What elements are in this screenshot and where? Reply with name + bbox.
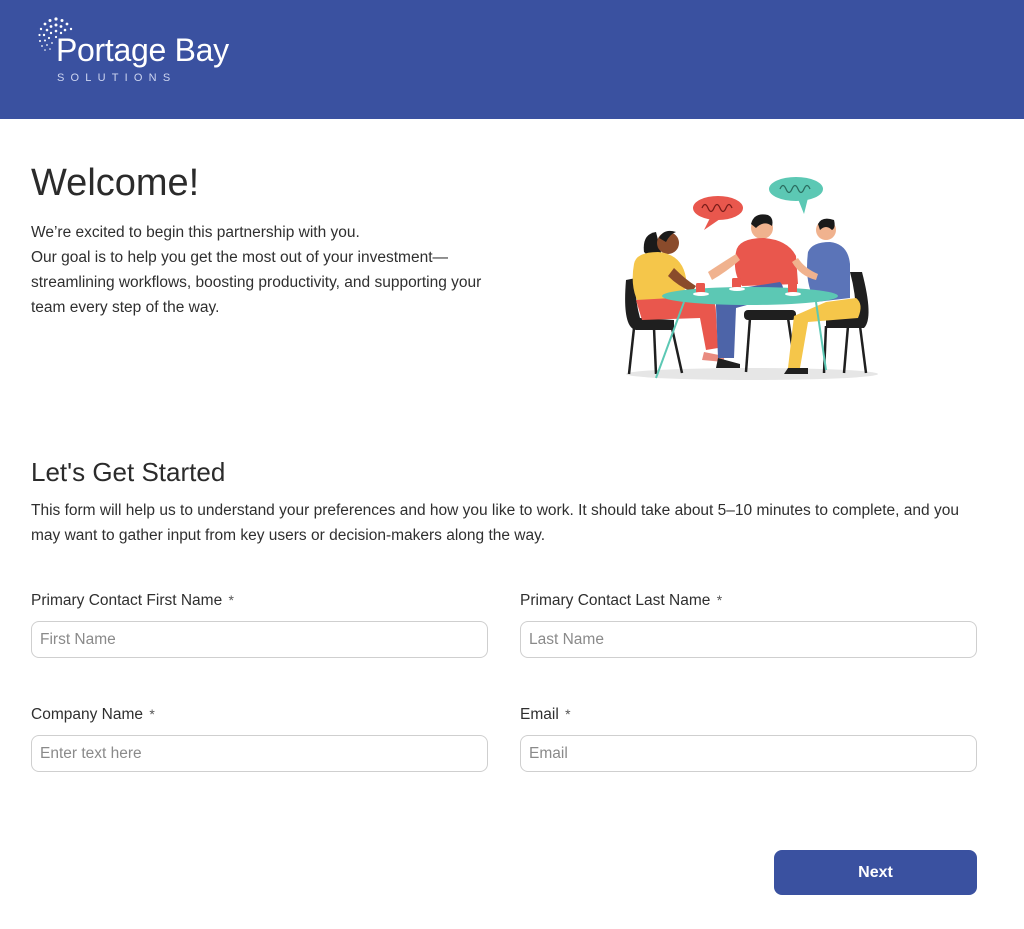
last-name-label-text: Primary Contact Last Name (520, 592, 711, 609)
required-marker: * (149, 706, 155, 722)
last-name-input[interactable] (520, 621, 977, 658)
section-title: Let's Get Started (31, 457, 226, 487)
brand-name: Portage Bay (56, 32, 229, 68)
welcome-line-1: We’re excited to begin this partnership … (31, 224, 360, 241)
welcome-line-2: Our goal is to help you get the most out… (31, 249, 482, 316)
company-name-input[interactable] (31, 735, 488, 772)
email-input[interactable] (520, 735, 977, 772)
welcome-title: Welcome! (31, 162, 200, 204)
top-banner: Portage Bay SOLUTIONS (0, 0, 1024, 119)
email-label: Email * (520, 706, 571, 724)
required-marker: * (228, 592, 234, 608)
first-name-input[interactable] (31, 621, 488, 658)
next-button[interactable]: Next (774, 850, 977, 895)
brand-subtitle: SOLUTIONS (57, 72, 177, 84)
company-logo: Portage Bay SOLUTIONS (36, 16, 256, 96)
last-name-label: Primary Contact Last Name * (520, 592, 722, 610)
company-name-label: Company Name * (31, 706, 155, 724)
first-name-label: Primary Contact First Name * (31, 592, 234, 610)
speech-bubble-left-icon (693, 196, 743, 230)
speech-bubble-right-icon (769, 177, 823, 214)
email-label-text: Email (520, 706, 559, 723)
section-description: This form will help us to understand you… (31, 502, 959, 544)
company-name-label-text: Company Name (31, 706, 143, 723)
first-name-label-text: Primary Contact First Name (31, 592, 223, 609)
team-meeting-illustration (625, 177, 878, 380)
required-marker: * (716, 592, 723, 608)
welcome-message: We’re excited to begin this partnership … (31, 220, 501, 320)
required-marker: * (565, 706, 571, 722)
